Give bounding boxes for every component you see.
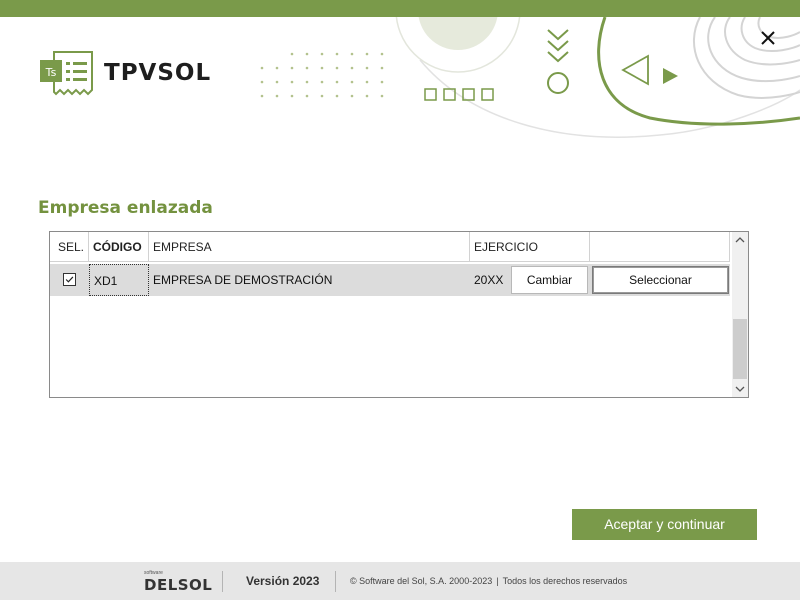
grid-scrollbar[interactable] [732,232,748,397]
header-empresa[interactable]: EMPRESA [149,232,470,262]
cell-codigo[interactable]: XD1 [89,264,149,296]
top-accent-bar [0,0,800,17]
accept-continue-button[interactable]: Aceptar y continuar [572,509,757,540]
app-name: TPVSOL [104,60,212,86]
table-row[interactable]: XD1 EMPRESA DE DEMOSTRACIÓN 20XX Cambiar… [50,264,730,296]
brand-name: DELSOL [144,576,213,594]
close-icon[interactable] [755,25,781,51]
copyright-text: © Software del Sol, S.A. 2000-2023 | Todos… [350,576,627,586]
cambiar-button[interactable]: Cambiar [511,266,588,294]
app-logo: Ts TPVSOL [40,50,211,96]
header-actions [590,232,730,262]
company-grid: SEL. CÓDIGO EMPRESA EJERCICIO XD1 EMPRES… [49,231,749,398]
header-ejercicio[interactable]: EJERCICIO [470,232,590,262]
chevron-down-icon[interactable] [732,381,748,397]
copyright-label: © Software del Sol, S.A. 2000-2023 [350,576,493,586]
version-label: Versión 2023 [246,574,320,588]
cell-sel [50,264,89,296]
separator-bar: | [496,576,499,586]
footer-divider [222,571,223,592]
receipt-logo-icon: Ts [40,51,93,96]
chevron-up-icon[interactable] [732,232,748,248]
footer-divider [335,571,336,592]
app-window: Ts TPVSOL Empresa enlazada SEL. CÓDIGO E… [0,0,800,600]
checkbox-checked-icon[interactable] [63,273,76,286]
rights-label: Todos los derechos reservados [502,576,628,586]
header-codigo[interactable]: CÓDIGO [89,232,149,262]
header-sel[interactable]: SEL. [50,232,89,262]
cell-ejercicio[interactable]: 20XX [470,264,510,296]
footer: software DELSOL Versión 2023 © Software … [0,562,800,600]
section-title: Empresa enlazada [38,198,213,218]
scrollbar-thumb[interactable] [733,319,747,379]
svg-text:Ts: Ts [45,66,57,79]
cell-empresa[interactable]: EMPRESA DE DEMOSTRACIÓN [149,264,470,296]
seleccionar-button[interactable]: Seleccionar [592,266,729,294]
grid-header: SEL. CÓDIGO EMPRESA EJERCICIO [50,232,730,262]
delsol-logo: software DELSOL [144,570,212,594]
